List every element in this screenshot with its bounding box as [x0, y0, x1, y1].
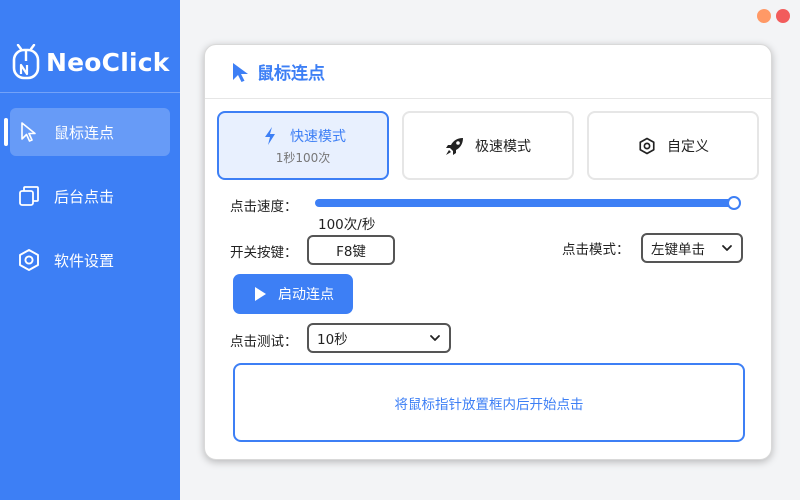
test-duration-select[interactable]: 10秒	[307, 323, 451, 353]
speed-value: 100次/秒	[318, 217, 376, 233]
sidebar-item-settings[interactable]: 软件设置	[10, 236, 170, 284]
app-logo-icon	[12, 44, 40, 80]
start-autoclick-button[interactable]: 启动连点	[233, 274, 353, 314]
click-test-area[interactable]: 将鼠标指针放置框内后开始点击	[233, 363, 745, 442]
hexagon-settings-icon	[16, 247, 42, 273]
speed-slider-handle[interactable]	[727, 196, 741, 210]
click-mode-label: 点击模式：	[562, 242, 630, 258]
main-panel: 鼠标连点 快速模式 1秒100次 极速模式 自定义 点击速度： 100次/秒 开…	[204, 44, 772, 460]
speed-label: 点击速度：	[230, 199, 298, 215]
hotkey-label: 开关按键：	[230, 245, 298, 261]
sidebar: NeoClick 鼠标连点 后台点击 软件设置	[0, 0, 180, 500]
click-mode-value: 左键单击	[651, 242, 705, 258]
chevron-down-icon	[430, 335, 440, 341]
app-name: NeoClick	[46, 47, 170, 77]
mode-label: 极速模式	[475, 138, 531, 155]
mode-sub: 1秒100次	[275, 150, 331, 165]
minimize-button[interactable]	[757, 9, 771, 23]
hexagon-icon	[637, 136, 657, 156]
sidebar-item-label: 软件设置	[54, 251, 115, 270]
sidebar-item-label: 鼠标连点	[54, 123, 115, 142]
cursor-icon	[233, 62, 248, 82]
sidebar-item-mouse-autoclick[interactable]: 鼠标连点	[10, 108, 170, 156]
active-indicator	[4, 118, 8, 146]
mode-label: 自定义	[667, 138, 709, 155]
mode-custom-card[interactable]: 自定义	[587, 111, 759, 180]
test-area-hint: 将鼠标指针放置框内后开始点击	[394, 396, 584, 413]
hotkey-field[interactable]: F8键	[307, 235, 395, 265]
sidebar-item-background-click[interactable]: 后台点击	[10, 172, 170, 220]
speed-slider-track[interactable]	[315, 199, 735, 207]
mode-turbo-card[interactable]: 极速模式	[402, 111, 574, 180]
rocket-icon	[445, 136, 465, 156]
window-copy-icon	[16, 183, 42, 209]
mode-label: 快速模式	[290, 128, 346, 145]
mode-fast-card[interactable]: 快速模式 1秒100次	[217, 111, 389, 180]
play-icon	[255, 287, 266, 301]
chevron-down-icon	[722, 245, 732, 251]
cursor-icon	[16, 119, 42, 145]
bolt-icon	[260, 126, 280, 146]
close-button[interactable]	[776, 9, 790, 23]
brand: NeoClick	[12, 44, 170, 80]
panel-header: 鼠标连点	[205, 45, 771, 99]
click-mode-select[interactable]: 左键单击	[641, 233, 743, 263]
start-button-label: 启动连点	[278, 287, 334, 303]
sidebar-divider	[0, 92, 180, 93]
panel-title: 鼠标连点	[257, 64, 325, 84]
test-duration-value: 10秒	[317, 332, 348, 348]
test-label: 点击测试：	[230, 334, 298, 350]
sidebar-item-label: 后台点击	[54, 187, 115, 206]
